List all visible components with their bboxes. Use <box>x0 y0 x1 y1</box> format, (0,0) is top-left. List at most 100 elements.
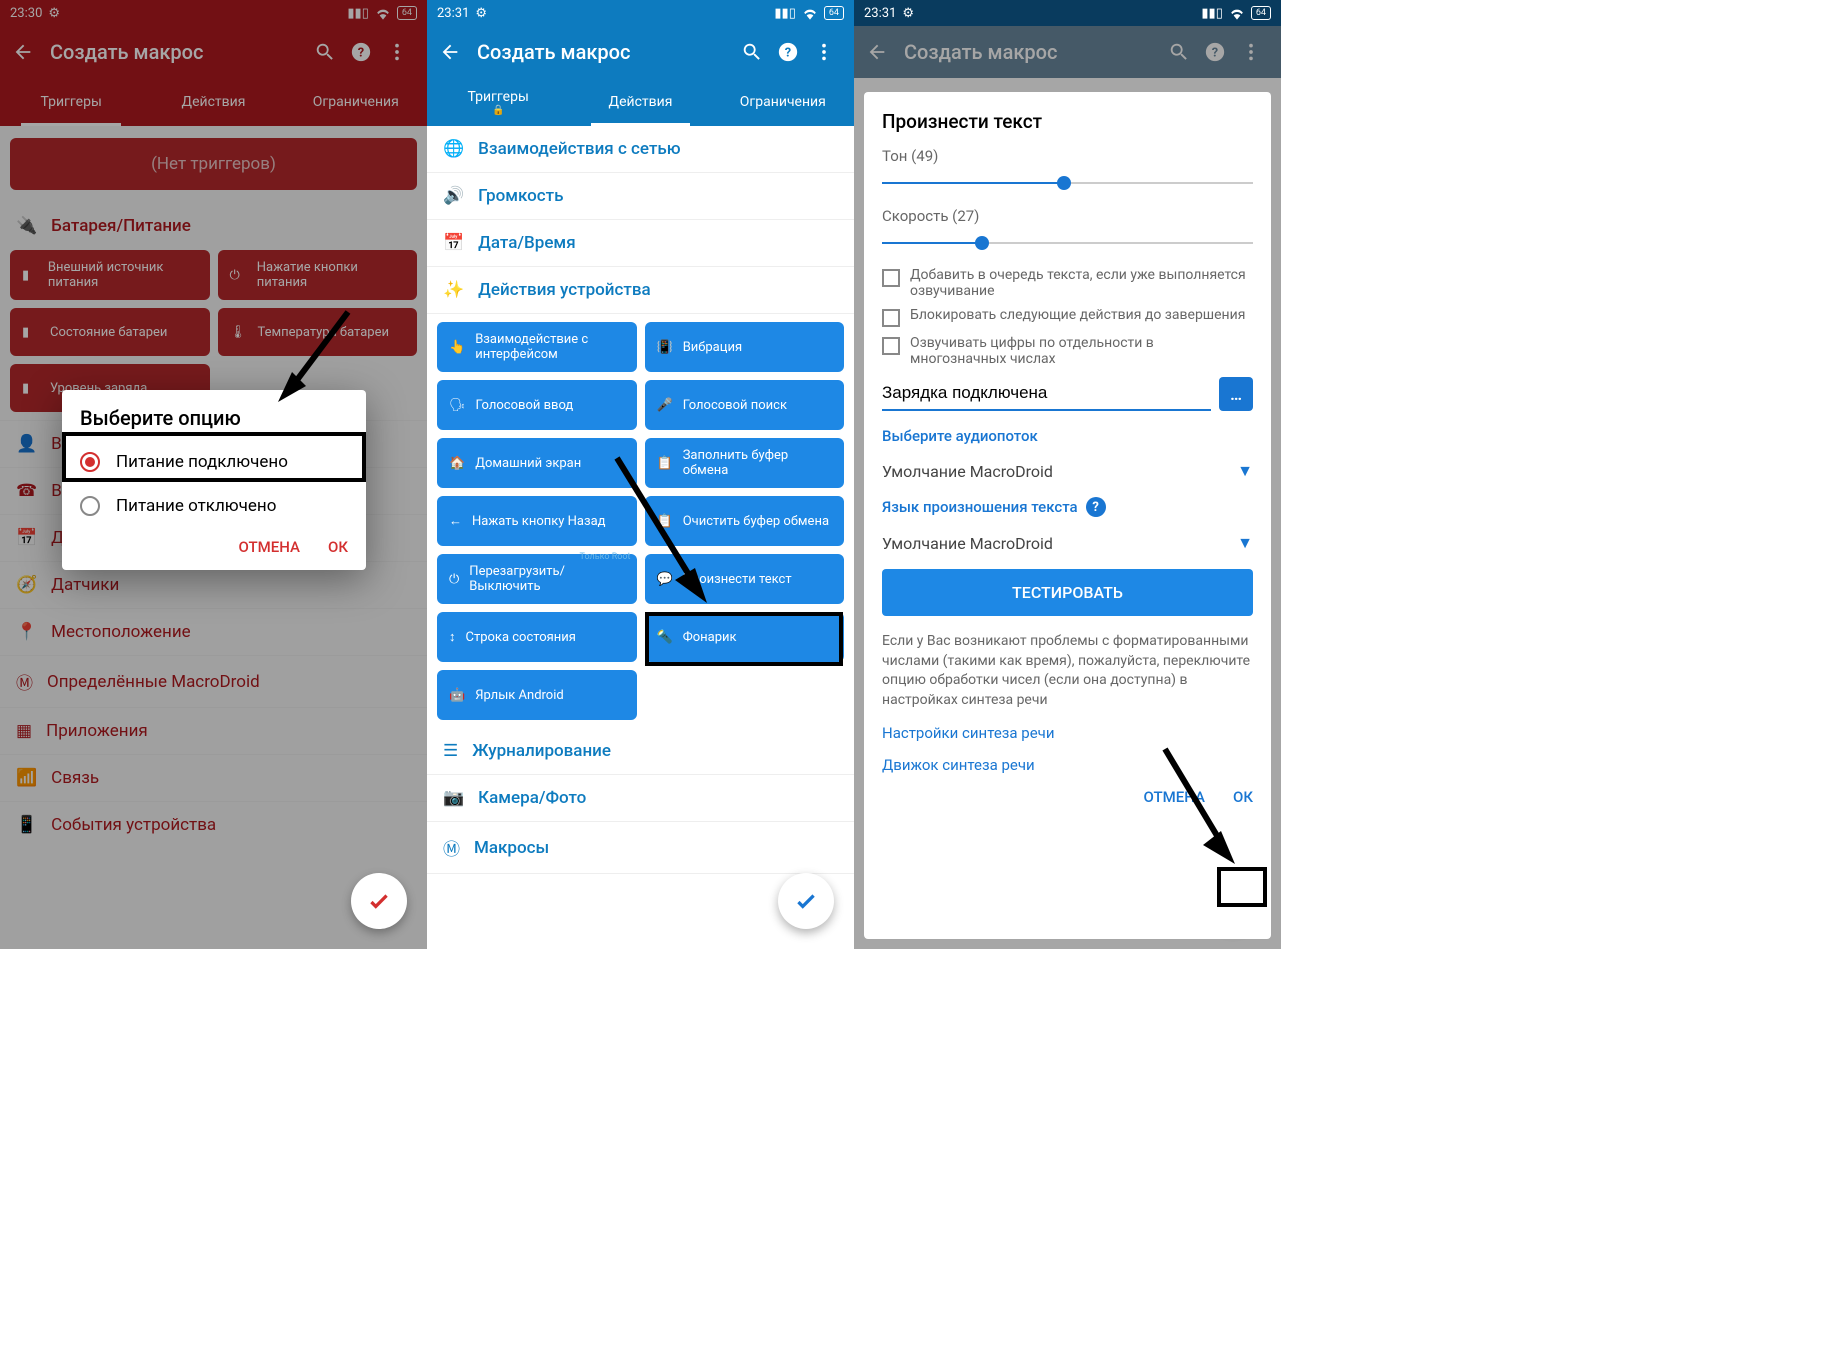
tab-triggers[interactable]: Триггеры🔒 <box>427 78 569 126</box>
more-button[interactable]: … <box>1219 377 1253 411</box>
dialog-title: Произнести текст <box>882 110 1253 133</box>
tab-label: Ограничения <box>740 94 826 110</box>
speaker-icon: 🔊 <box>443 186 464 206</box>
audio-stream-label: Выберите аудиопоток <box>882 427 1253 445</box>
check-label: Блокировать следующие действия до заверш… <box>910 307 1245 323</box>
expand-icon: ↕ <box>449 629 456 645</box>
voice-icon: 🗣 <box>449 398 466 413</box>
audio-stream-select[interactable]: Умолчание MacroDroid▼ <box>882 455 1253 497</box>
test-button[interactable]: ТЕСТИРОВАТЬ <box>882 569 1253 616</box>
android-icon: 🤖 <box>449 688 465 703</box>
chip-label: Голосовой поиск <box>683 398 787 413</box>
check-label: Добавить в очередь текста, если уже выпо… <box>910 267 1253 299</box>
category-volume[interactable]: 🔊Громкость <box>427 173 854 220</box>
tab-label: Действия <box>609 94 673 110</box>
check-label: Озвучивать цифры по отдельности в многоз… <box>910 335 1253 367</box>
chip-label: Взаимодействие с интерфейсом <box>475 332 624 362</box>
screen-actions: 23:31 ⚙ ▮▮▯ 64 Создать макрос ? Триггеры… <box>427 0 854 949</box>
back-icon: ← <box>449 513 462 529</box>
chip-label: Строка состояния <box>466 630 576 645</box>
category-label: Камера/Фото <box>478 788 586 808</box>
wifi-icon <box>1227 3 1247 23</box>
wand-icon: ✨ <box>443 280 464 300</box>
m-icon: Ⓜ <box>443 835 460 860</box>
check-queue[interactable]: Добавить в очередь текста, если уже выпо… <box>882 267 1253 299</box>
category-label: Журналирование <box>472 741 611 761</box>
svg-text:?: ? <box>785 46 791 61</box>
speak-text-input[interactable] <box>882 377 1211 411</box>
category-date[interactable]: 📅 Дата/Время <box>427 220 854 267</box>
chip-label: Нажать кнопку Назад <box>472 514 606 529</box>
category-label: Макросы <box>474 838 549 858</box>
radio-label: Питание отключено <box>116 496 276 516</box>
help-icon[interactable]: ? <box>1086 497 1106 517</box>
mic-icon: 🎤 <box>657 398 673 413</box>
radio-power-disconnected[interactable]: Питание отключено <box>62 484 366 528</box>
highlight-box <box>62 432 366 482</box>
calendar-icon: 📅 <box>443 233 464 253</box>
tab-constraints[interactable]: Ограничения <box>712 78 854 126</box>
tts-lang-label: Язык произношения текста <box>882 498 1078 516</box>
check-digits[interactable]: Озвучивать цифры по отдельности в многоз… <box>882 335 1253 367</box>
tone-slider[interactable] <box>882 171 1253 195</box>
power-icon: ⏻ <box>449 572 459 587</box>
status-icons: ▮▮▯ 64 <box>1201 3 1271 23</box>
home-icon: 🏠 <box>449 456 465 471</box>
checkbox-icon <box>882 309 900 327</box>
camera-icon: 📷 <box>443 788 464 808</box>
category-network[interactable]: 🌐Взаимодействия с сетью <box>427 126 854 173</box>
chip-voice-input[interactable]: 🗣 Голосовой ввод <box>437 380 637 430</box>
category-device-actions[interactable]: ✨ Действия устройства <box>427 267 854 314</box>
check-block[interactable]: Блокировать следующие действия до заверш… <box>882 307 1253 327</box>
fab-confirm[interactable] <box>351 873 407 929</box>
tts-lang-select[interactable]: Умолчание MacroDroid ▼ <box>882 527 1253 569</box>
select-value: Умолчание MacroDroid <box>882 534 1053 553</box>
appbar: Создать макрос ? <box>427 26 854 78</box>
chip-label: Ярлык Android <box>475 688 564 703</box>
chip-label: Домашний экран <box>475 456 581 471</box>
tabs: Триггеры🔒 Действия Ограничения <box>427 78 854 126</box>
battery-icon: 64 <box>824 6 844 20</box>
chevron-down-icon: ▼ <box>1237 533 1253 553</box>
cancel-button[interactable]: ОТМЕНА <box>239 538 300 556</box>
annotation-arrow <box>258 302 358 422</box>
annotation-arrow <box>1145 739 1245 879</box>
speed-slider[interactable] <box>882 231 1253 255</box>
chip-vibration[interactable]: 📳Вибрация <box>645 322 845 372</box>
screen-triggers: 23:30 ⚙ ▮▮▯ 64 Создать макрос ? Триггеры… <box>0 0 427 949</box>
help-text: Если у Вас возникают проблемы с форматир… <box>882 632 1253 710</box>
category-label: Взаимодействия с сетью <box>478 139 680 159</box>
category-macros[interactable]: Ⓜ Макросы <box>427 822 854 874</box>
chip-statusbar[interactable]: ↕ Строка состояния <box>437 612 637 662</box>
help-icon[interactable]: ? <box>770 34 806 70</box>
lock-icon: 🔒 <box>492 105 504 116</box>
chip-android-shortcut[interactable]: 🤖 Ярлык Android <box>437 670 637 720</box>
tab-label: Триггеры <box>468 89 529 105</box>
chip-label: Вибрация <box>683 340 742 355</box>
touch-icon: 👆 <box>449 340 465 355</box>
category-label: Действия устройства <box>478 280 650 300</box>
ok-button[interactable]: ОК <box>328 538 348 556</box>
tone-label: Тон (49) <box>882 147 1253 165</box>
text-input-row: … <box>882 377 1253 411</box>
screen-speak-text: 23:31 ⚙ ▮▮▯ 64 Создать макрос ? ⓂМакросы… <box>854 0 1281 949</box>
fab-confirm[interactable] <box>778 873 834 929</box>
search-icon[interactable] <box>734 34 770 70</box>
category-label: Дата/Время <box>478 233 575 253</box>
checkbox-icon <box>882 269 900 287</box>
app-icon: ⚙ <box>475 6 487 21</box>
category-camera[interactable]: 📷 Камера/Фото <box>427 775 854 822</box>
status-time: 23:31 <box>437 6 469 21</box>
overflow-icon[interactable] <box>806 34 842 70</box>
annotation-arrow <box>597 448 737 618</box>
chip-ui-interact[interactable]: 👆 Взаимодействие с интерфейсом <box>437 322 637 372</box>
app-icon: ⚙ <box>902 6 914 21</box>
chip-voice-search[interactable]: 🎤 Голосовой поиск <box>645 380 845 430</box>
tab-actions[interactable]: Действия <box>569 78 711 126</box>
back-icon[interactable] <box>439 41 461 63</box>
category-logging[interactable]: ☰Журналирование <box>427 728 854 775</box>
chip-label: Голосовой ввод <box>476 398 574 413</box>
checkbox-icon <box>882 337 900 355</box>
highlight-box <box>645 612 843 666</box>
status-bar: 23:31 ⚙ ▮▮▯ 64 <box>427 0 854 26</box>
